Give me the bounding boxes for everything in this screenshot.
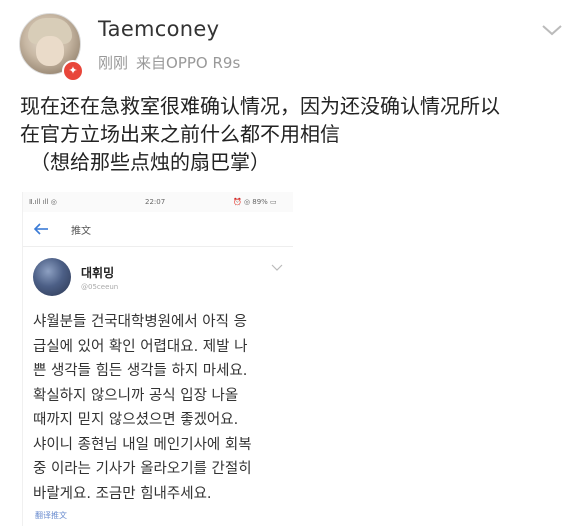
tweet-line: 때까지 믿지 않으셨으면 좋겠어요. [33,412,239,428]
status-time: 22:07 [145,198,166,206]
post-body: 现在还在急救室很难确认情况，因为还没确认情况所以 在官方立场出来之前什么都不用相… [20,92,572,176]
tweet-line: 급실에 있어 확인 어렵대요. 제발 나 [33,338,248,355]
tweet-line: 쁜 생각들 힘든 생각들 하지 마세요. [33,363,248,379]
post-line: （想给那些点烛的扇巴掌） [30,150,270,174]
translate-tweet-link[interactable]: 翻译推文 [35,510,67,521]
battery-indicators: ⏰ ◎ 89% ▭ [233,198,277,206]
tweet-line: 샤월분들 건국대학병원에서 아직 응 [33,314,247,330]
chevron-down-icon[interactable] [540,22,564,38]
signal-indicators: Ⅱ.ıll ıll ◎ [29,198,57,206]
tweet-author-name[interactable]: 대휘밍 [81,264,114,281]
post-header: ✦ Taemconey 刚刚 来自OPPO R9s [0,0,580,90]
app-bar-title: 推文 [71,226,91,237]
avatar-face [36,36,64,66]
post-line: 现在还在急救室很难确认情况，因为还没确认情况所以 [20,94,500,118]
status-bar: Ⅱ.ıll ıll ◎ 22:07 ⏰ ◎ 89% ▭ [23,192,293,212]
verified-badge-icon: ✦ [62,60,84,82]
tweet-author-handle: @05ceeun [81,283,119,291]
tweet-body: 샤월분들 건국대학병원에서 아직 응 급실에 있어 확인 어렵대요. 제발 나 … [33,310,291,506]
username[interactable]: Taemconey [98,17,219,41]
back-arrow-icon[interactable] [33,222,49,236]
tweet-avatar[interactable] [33,258,71,296]
tweet-header: 대휘밍 @05ceeun [23,252,293,312]
embedded-screenshot[interactable]: Ⅱ.ıll ıll ◎ 22:07 ⏰ ◎ 89% ▭ 推文 대휘밍 @05ce… [22,192,293,526]
tweet-line: 샤이니 종현님 내일 메인기사에 회복 [33,436,252,453]
post-line: 在官方立场出来之前什么都不用相信 [20,122,340,146]
tweet-line: 확실하지 않으니까 공식 입장 나올 [33,387,239,404]
tweet-line: 바랄게요. 조금만 힘내주세요. [33,485,212,502]
post-source: 来自OPPO R9s [136,54,241,72]
post-meta: 刚刚 来自OPPO R9s [98,52,248,73]
app-bar: 推文 [23,212,293,247]
chevron-down-icon[interactable] [271,264,283,272]
tweet-line: 중 이라는 기사가 올라오기를 간절히 [33,461,252,477]
post-time: 刚刚 [98,54,129,72]
